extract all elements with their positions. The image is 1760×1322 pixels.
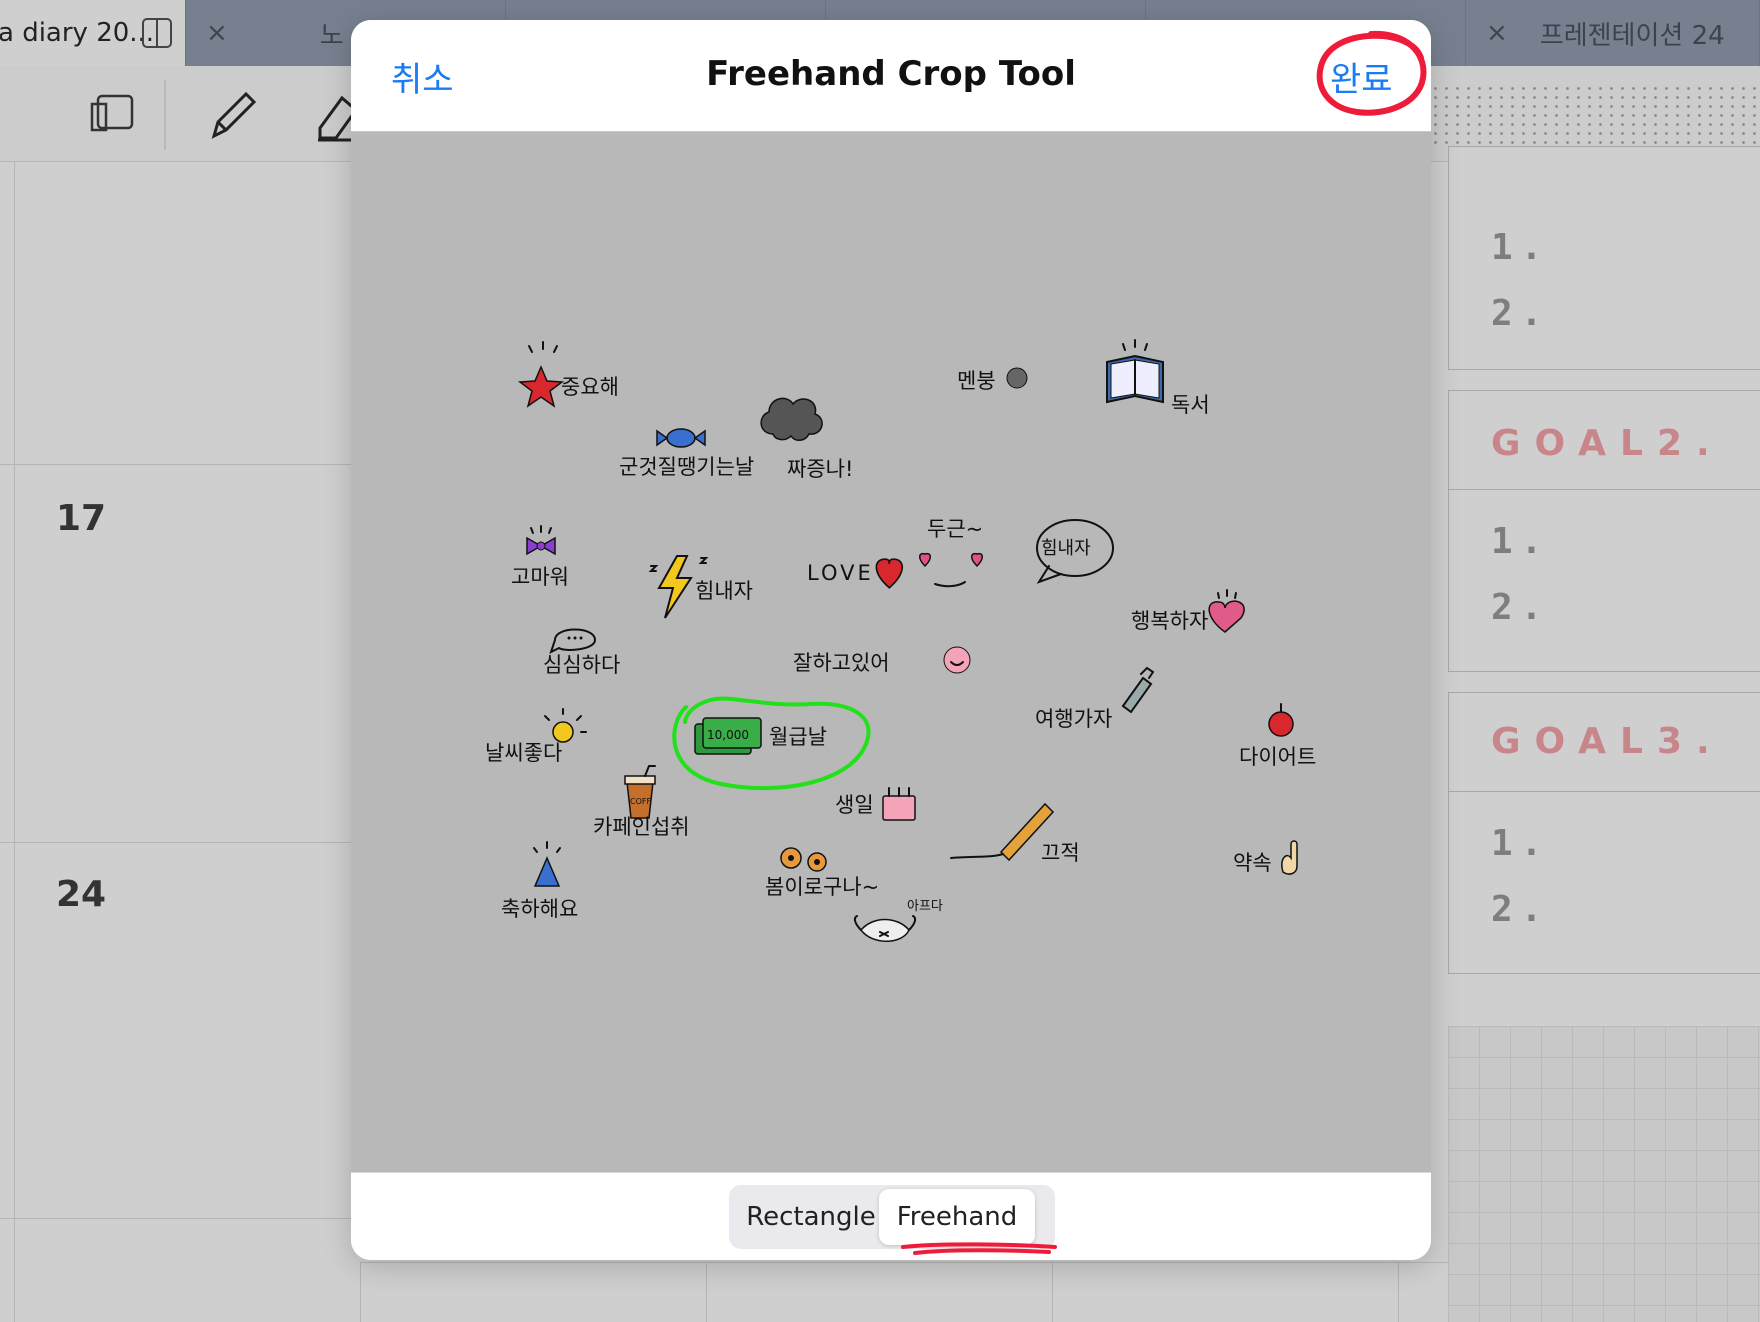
flower-icon xyxy=(780,847,827,872)
pencil-icon[interactable] xyxy=(206,86,262,142)
toolbar-divider xyxy=(164,80,166,150)
crop-canvas[interactable]: .lbl { font-family: "DejaVu Sans", sans-… xyxy=(351,132,1431,1172)
calendar-day[interactable]: 17 xyxy=(56,498,106,539)
bottle-icon xyxy=(1121,666,1155,714)
sticker-label: 독서 xyxy=(1171,393,1210,417)
goal-title: GOAL3. xyxy=(1491,721,1724,762)
sticker-label: 생일 xyxy=(835,793,874,817)
close-icon[interactable]: × xyxy=(206,18,228,48)
tab-label: a diary 20... xyxy=(0,18,155,48)
modal-header: 취소 Freehand Crop Tool 완료 xyxy=(351,20,1431,132)
sticker-label: 카페인섭취 xyxy=(593,815,690,839)
sticker-label: 중요해 xyxy=(561,375,619,399)
sticker-label: 여행가자 xyxy=(1035,707,1112,731)
dots-bubble-icon xyxy=(549,628,597,654)
sticker-label: 행복하자 xyxy=(1131,609,1208,633)
sticker-label: 봄이로구나~ xyxy=(765,875,879,899)
sticker-label: 축하해요 xyxy=(501,897,578,921)
ribbon-icon xyxy=(526,525,556,556)
candy-icon xyxy=(656,428,706,448)
smoke-icon xyxy=(1006,367,1028,389)
close-icon[interactable]: × xyxy=(1486,18,1508,48)
heart-icon xyxy=(875,558,904,589)
calendar-line xyxy=(0,842,360,843)
split-view-icon[interactable] xyxy=(142,18,172,48)
freehand-crop-modal: 취소 Freehand Crop Tool 완료 .lbl { font-fam… xyxy=(351,20,1431,1260)
sticker-label: 잘하고있어 xyxy=(793,651,890,675)
sticker-label: 군것질땡기는날 xyxy=(619,455,754,479)
sticker-label: 월급날 xyxy=(769,725,827,749)
calendar-day[interactable]: 24 xyxy=(56,874,106,915)
calendar-line xyxy=(14,162,15,1322)
sticker-label: 끄적 xyxy=(1041,841,1080,865)
goal-item-number: 1. xyxy=(1491,227,1551,268)
goal-box-3: GOAL3. 1. 2. xyxy=(1448,692,1760,974)
sticker-label: 약속 xyxy=(1233,851,1272,875)
rectangle-mode-button[interactable]: Rectangle xyxy=(733,1189,889,1245)
cloud-icon xyxy=(760,397,823,441)
sticker-label: 짜증나! xyxy=(787,457,853,481)
calendar-bottom-grid xyxy=(360,1262,1450,1322)
goal-item-number: 2. xyxy=(1491,293,1551,334)
sticker-label: 다이어트 xyxy=(1239,745,1316,769)
red-underline-annotation xyxy=(901,1242,1057,1255)
sticker-label: 날씨좋다 xyxy=(485,741,562,765)
tab-label: 프레젠테이션 24 xyxy=(1539,20,1725,51)
crop-mode-segmented-control: Rectangle Freehand xyxy=(729,1185,1055,1249)
smile-icon xyxy=(943,646,971,674)
pinky-icon xyxy=(1281,840,1298,875)
sticker-label: 멘붕 xyxy=(957,369,996,393)
hearts-icon xyxy=(919,552,983,588)
tab-presentation[interactable]: × 프레젠테이션 24 xyxy=(1466,0,1760,66)
apple-icon xyxy=(1268,703,1294,737)
modal-title: Freehand Crop Tool xyxy=(706,54,1076,94)
calendar-line xyxy=(0,464,360,465)
heart-face-icon xyxy=(1208,589,1245,633)
red-circle-annotation xyxy=(1316,30,1427,116)
page-layout-icon[interactable] xyxy=(90,92,136,134)
cake-icon xyxy=(882,787,916,821)
coffee-cup-text: COFF xyxy=(630,797,651,806)
calendar-line xyxy=(0,1218,360,1219)
sticker-sheet: .lbl { font-family: "DejaVu Sans", sans-… xyxy=(485,339,1316,942)
sticker-label: LOVE xyxy=(807,561,874,585)
freehand-mode-button[interactable]: Freehand xyxy=(879,1189,1035,1245)
book-icon xyxy=(1106,339,1164,404)
mask-icon xyxy=(853,915,917,942)
goal-box-2: GOAL2. 1. 2. xyxy=(1448,390,1760,672)
money-icon: 10,000 xyxy=(694,717,762,755)
sticker-label: 힘내자 xyxy=(1041,538,1091,559)
goal-item-number: 1. xyxy=(1491,521,1551,562)
tab-label: 노 xyxy=(319,20,344,51)
goal-title: GOAL2. xyxy=(1491,423,1724,464)
modal-footer: Rectangle Freehand xyxy=(351,1172,1431,1260)
goal-item-number: 1. xyxy=(1491,823,1551,864)
goal-item-number: 2. xyxy=(1491,889,1551,930)
eraser-icon[interactable] xyxy=(316,88,356,144)
coffee-icon: COFF xyxy=(624,765,656,819)
graph-paper xyxy=(1448,1026,1760,1322)
sticker-label: 고마워 xyxy=(511,565,569,589)
sticker-strip xyxy=(1430,84,1760,146)
money-amount: 10,000 xyxy=(707,728,749,742)
calendar-grid: 17 24 xyxy=(0,162,360,1322)
party-hat-icon xyxy=(533,841,561,887)
sticker-label: 아프다 xyxy=(907,899,943,914)
star-icon xyxy=(517,341,565,408)
goal-box-1: 1. 2. xyxy=(1448,146,1760,370)
goal-item-number: 2. xyxy=(1491,587,1551,628)
sun-icon xyxy=(544,708,587,743)
sticker-label: 심심하다 xyxy=(543,653,620,677)
pencil-icon xyxy=(950,802,1055,862)
sticker-label: 힘내자 xyxy=(695,579,753,603)
tab-diary[interactable]: a diary 20... xyxy=(0,0,186,66)
sticker-label: 두근~ xyxy=(927,517,983,541)
